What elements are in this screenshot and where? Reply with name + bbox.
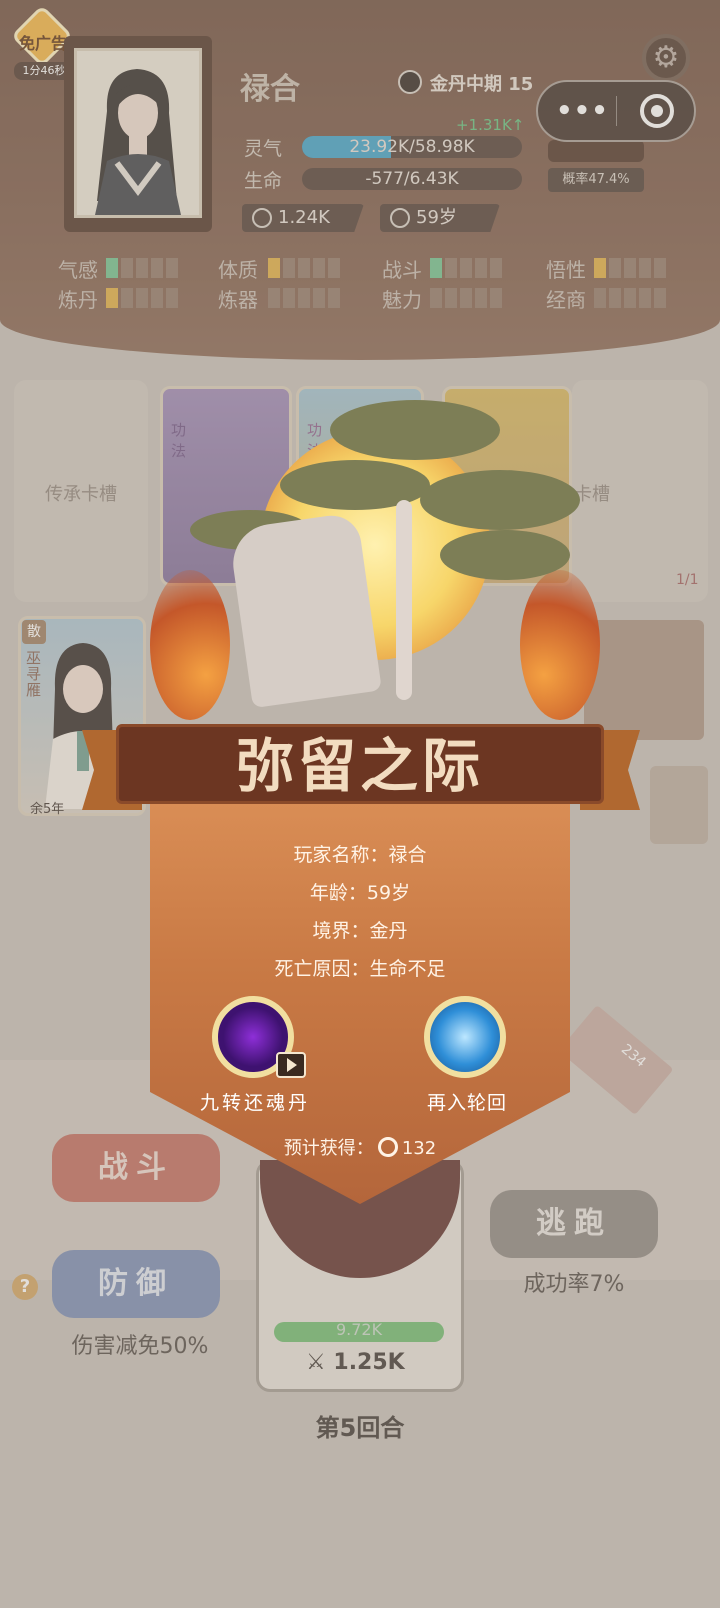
info-realm: 境界：金丹 (312, 920, 408, 942)
revival-pill-label[interactable]: 九转还魂丹 (180, 1088, 330, 1115)
reward-value: 132 (401, 1138, 437, 1159)
spiral-coin-icon (377, 1137, 398, 1157)
flame-right (520, 570, 600, 720)
info-death-cause: 死亡原因：生命不足 (274, 958, 446, 980)
reward-label: 预计获得： (283, 1138, 374, 1159)
expected-reward: 预计获得： 132 (150, 1134, 570, 1160)
game-screen: 免广告 1分46秒 禄合 金丹中期 15 +1.31K↑ 灵气 23.92K/5… (0, 0, 720, 1608)
flame-left (150, 570, 230, 720)
video-ad-icon (276, 1052, 306, 1078)
tree-foliage (440, 530, 570, 580)
reincarnate-button[interactable] (424, 996, 506, 1078)
tree-foliage (330, 400, 500, 460)
dialog-title: 弥留之际 (235, 732, 484, 800)
death-scene-illustration (150, 370, 600, 730)
info-player-name: 玩家名称：禄合 (293, 844, 427, 866)
tree-foliage (420, 470, 580, 530)
info-age: 年龄：59岁 (309, 882, 411, 904)
sword-icon (396, 500, 412, 700)
reincarnate-label[interactable]: 再入轮回 (394, 1088, 540, 1115)
gravestone (228, 511, 382, 709)
